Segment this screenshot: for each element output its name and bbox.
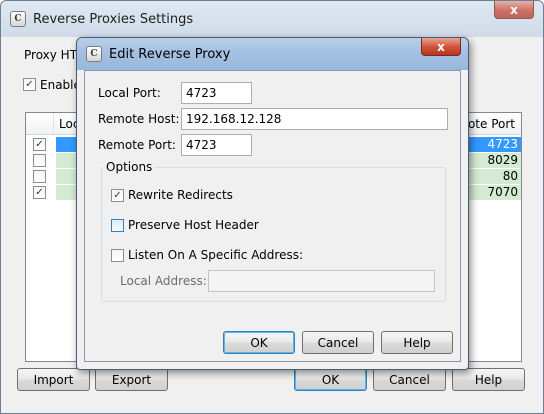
remote-host-value: 192.168.12.128 — [186, 112, 282, 126]
export-button-label: Export — [111, 372, 152, 387]
dialog-help-button[interactable]: Help — [381, 331, 453, 354]
enable-checkbox[interactable]: ✓ — [23, 78, 36, 91]
close-icon: x — [437, 39, 445, 54]
enable-label: Enable — [40, 78, 81, 92]
rewrite-redirects-label: Rewrite Redirects — [128, 188, 233, 202]
parent-ok-label: OK — [321, 372, 340, 387]
dialog-cancel-label: Cancel — [317, 335, 359, 350]
row-remote-port: 7070 — [487, 185, 518, 199]
preserve-host-header-label: Preserve Host Header — [128, 218, 259, 232]
parent-close-button[interactable]: x — [494, 1, 534, 19]
remote-host-label: Remote Host: — [98, 112, 180, 126]
row-remote-port: 4723 — [487, 137, 518, 151]
export-button[interactable]: Export — [95, 368, 168, 391]
row-checkbox[interactable] — [33, 154, 46, 167]
listen-specific-address-checkbox[interactable] — [111, 249, 124, 262]
dialog-close-button[interactable]: x — [421, 38, 461, 56]
app-icon: C — [86, 46, 102, 62]
import-button[interactable]: Import — [17, 368, 90, 391]
dialog-cancel-button[interactable]: Cancel — [302, 331, 374, 354]
local-port-label: Local Port: — [98, 86, 161, 100]
parent-ok-button[interactable]: OK — [294, 368, 367, 391]
row-remote-port: 80 — [502, 169, 518, 183]
edit-reverse-proxy-dialog: C Edit Reverse Proxy x Local Port: 4723 … — [76, 37, 469, 370]
parent-help-label: Help — [474, 372, 503, 387]
parent-titlebar: C Reverse Proxies Settings x — [1, 1, 543, 37]
row-checkbox[interactable]: ✓ — [33, 138, 46, 151]
rewrite-redirects-checkbox[interactable]: ✓ — [111, 189, 124, 202]
remote-port-label: Remote Port: — [98, 138, 176, 152]
remote-host-field[interactable]: 192.168.12.128 — [181, 108, 448, 130]
preserve-host-header-checkbox[interactable] — [111, 219, 124, 232]
local-port-field[interactable]: 4723 — [181, 82, 252, 104]
dialog-ok-label: OK — [250, 335, 268, 350]
parent-window-title: Reverse Proxies Settings — [33, 11, 194, 27]
options-group-title: Options — [104, 160, 155, 174]
import-button-label: Import — [33, 372, 74, 387]
dialog-ok-button[interactable]: OK — [223, 331, 295, 354]
local-port-value: 4723 — [186, 86, 217, 100]
header-remote-port[interactable]: ote Port — [468, 117, 515, 131]
row-checkbox[interactable] — [33, 170, 46, 183]
dialog-body: Local Port: 4723 Remote Host: 192.168.12… — [84, 70, 461, 362]
parent-help-button[interactable]: Help — [452, 368, 525, 391]
dialog-titlebar: C Edit Reverse Proxy x — [77, 38, 468, 70]
row-checkbox[interactable]: ✓ — [33, 186, 46, 199]
local-address-field[interactable] — [208, 270, 435, 292]
parent-cancel-label: Cancel — [389, 372, 430, 387]
local-address-label: Local Address: — [120, 274, 207, 288]
dialog-title: Edit Reverse Proxy — [109, 46, 231, 62]
dialog-help-label: Help — [403, 335, 431, 350]
listen-specific-address-label: Listen On A Specific Address: — [128, 248, 304, 262]
app-icon: C — [10, 11, 26, 27]
close-icon: x — [510, 2, 518, 17]
parent-cancel-button[interactable]: Cancel — [373, 368, 446, 391]
remote-port-field[interactable]: 4723 — [181, 134, 252, 156]
row-remote-port: 8029 — [487, 153, 518, 167]
proxy-label: Proxy HT — [24, 48, 78, 62]
remote-port-value: 4723 — [186, 138, 217, 152]
